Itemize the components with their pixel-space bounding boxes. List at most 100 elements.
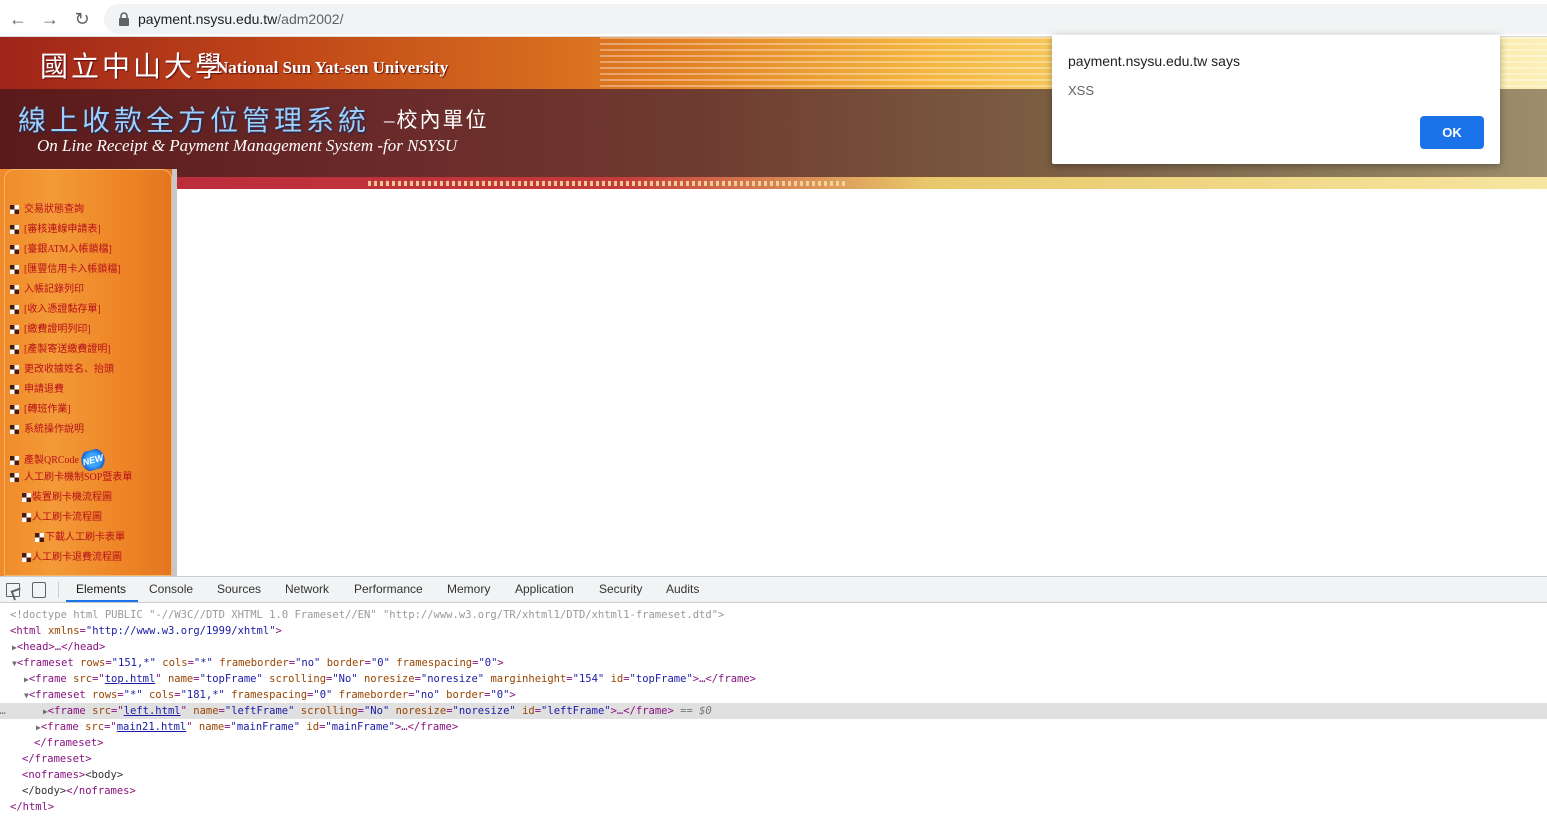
attr-value: "181,*" xyxy=(180,689,225,701)
university-name-chinese: 國立中山大學 xyxy=(40,52,227,83)
menu-item[interactable]: 裝置刷卡機流程圖 xyxy=(32,492,112,504)
menu-item[interactable]: [產製寄送繳費證明] xyxy=(24,344,111,356)
expand-triangle-icon[interactable]: ▶ xyxy=(0,723,41,732)
attr-value: "No" xyxy=(363,705,390,717)
attr-name: frameborder xyxy=(219,657,289,669)
attr-name: cols xyxy=(162,657,188,669)
menu-item[interactable]: 人工刷卡機制SOP暨表單 xyxy=(24,472,132,484)
dom-line-head[interactable]: ▶<head>…</head> xyxy=(0,639,1547,655)
menu-item[interactable]: 人工刷卡流程圖 xyxy=(32,512,102,524)
address-bar[interactable]: payment.nsysu.edu.tw/adm2002/ xyxy=(104,4,1547,34)
attr-value: "154" xyxy=(572,673,605,685)
menu-bullet-icon xyxy=(10,425,19,434)
expand-triangle-icon[interactable]: ▶ xyxy=(19,707,48,716)
menu-bullet-icon xyxy=(22,513,31,522)
dom-line-noframes[interactable]: <noframes><body> xyxy=(0,767,1547,783)
frame-src-link[interactable]: main21.html xyxy=(117,721,187,733)
tab-console[interactable]: Console xyxy=(149,582,193,596)
menu-bullet-icon xyxy=(22,553,31,562)
menu-item[interactable]: 交易狀態查詢 xyxy=(24,204,84,216)
dom-line-doctype[interactable]: <!doctype html PUBLIC "-//W3C//DTD XHTML… xyxy=(0,607,1547,623)
url-domain: payment.nsysu.edu.tw xyxy=(138,11,278,27)
dom-line-frame-top[interactable]: ▶<frame src="top.html" name="topFrame" s… xyxy=(0,671,1547,687)
menu-item[interactable]: 系統操作說明 xyxy=(24,424,84,436)
collapse-triangle-icon[interactable]: ▼ xyxy=(0,659,17,668)
expand-triangle-icon[interactable]: ▶ xyxy=(0,643,17,652)
menu-item[interactable]: [審核連線申請表] xyxy=(24,224,101,236)
dom-line-html-close[interactable]: </html> xyxy=(0,799,1547,815)
elements-dom-tree: <!doctype html PUBLIC "-//W3C//DTD XHTML… xyxy=(0,607,1547,829)
html-close-tag: </html> xyxy=(10,801,55,813)
menu-item[interactable]: [收入憑證黏存單] xyxy=(24,304,101,316)
menu-item[interactable]: [匯豐信用卡入帳鎖檔] xyxy=(24,264,121,276)
attr-name: border xyxy=(326,657,365,669)
attr-value: "leftFrame" xyxy=(224,705,295,717)
menu-item[interactable]: 申請退費 xyxy=(24,384,64,396)
tab-memory[interactable]: Memory xyxy=(447,582,490,596)
system-title-chinese: 線上收款全方位管理系統 xyxy=(18,106,371,137)
menu-bullet-icon xyxy=(10,405,19,414)
attr-value: "*" xyxy=(193,657,213,669)
attr-name: framespacing xyxy=(396,657,473,669)
body-text: <body> xyxy=(85,769,124,781)
reload-icon[interactable]: ↻ xyxy=(71,8,93,30)
collapse-triangle-icon[interactable]: ▼ xyxy=(0,691,29,700)
menu-bullet-icon xyxy=(10,385,19,394)
attr-value: "topFrame" xyxy=(629,673,693,685)
lock-icon[interactable] xyxy=(118,12,130,26)
tab-security[interactable]: Security xyxy=(599,582,642,596)
attr-value: "0" xyxy=(490,689,510,701)
menu-item[interactable]: 更改收據姓名、抬頭 xyxy=(24,364,114,376)
tab-network[interactable]: Network xyxy=(285,582,329,596)
device-toggle-icon[interactable] xyxy=(32,582,46,598)
tab-application[interactable]: Application xyxy=(515,582,574,596)
tab-audits[interactable]: Audits xyxy=(666,582,699,596)
expand-triangle-icon[interactable]: ▶ xyxy=(0,675,29,684)
menu-item[interactable]: [繳費證明列印] xyxy=(24,324,91,336)
alert-ok-button[interactable]: OK xyxy=(1420,116,1484,149)
menu-item[interactable]: [臺銀ATM入帳鎖檔] xyxy=(24,244,112,256)
noframes-close-tag: </noframes> xyxy=(66,785,136,797)
attr-value: "0" xyxy=(313,689,333,701)
menu-item[interactable]: 人工刷卡退費流程圖 xyxy=(32,552,122,564)
university-name-english: National Sun Yat-sen University xyxy=(216,58,449,77)
dom-line-frameset-close-inner[interactable]: </frameset> xyxy=(0,735,1547,751)
menu-bullet-icon xyxy=(10,305,19,314)
menu-item[interactable]: 產製QRCode xyxy=(24,455,79,467)
browser-toolbar: ← → ↻ payment.nsysu.edu.tw/adm2002/ xyxy=(0,0,1547,37)
menu-item[interactable]: 入帳記錄列印 xyxy=(24,284,84,296)
inspect-element-icon[interactable] xyxy=(6,583,20,597)
frame-src-link[interactable]: top.html xyxy=(105,673,156,685)
frame-src-link[interactable]: left.html xyxy=(124,705,181,717)
dom-line-frameset-outer[interactable]: ▼<frameset rows="151,*" cols="*" framebo… xyxy=(0,655,1547,671)
dom-line-frame-left-selected[interactable]: … ▶<frame src="left.html" name="leftFram… xyxy=(0,703,1547,719)
dom-line-body-close[interactable]: </body></noframes> xyxy=(0,783,1547,799)
menu-item[interactable]: [轉班作業] xyxy=(24,404,71,416)
back-arrow-icon[interactable]: ← xyxy=(7,8,29,30)
menu-bullet-icon xyxy=(10,473,19,482)
noframes-tag: <noframes> xyxy=(22,769,86,781)
tab-performance[interactable]: Performance xyxy=(354,582,423,596)
menu-bullet-icon xyxy=(10,345,19,354)
frameset-close-tag: </frameset> xyxy=(34,737,104,749)
tag-open: <html xyxy=(10,625,48,637)
menu-bullet-icon xyxy=(10,265,19,274)
dom-line-frame-main[interactable]: ▶<frame src="main21.html" name="mainFram… xyxy=(0,719,1547,735)
forward-arrow-icon[interactable]: → xyxy=(39,8,61,30)
tab-sources[interactable]: Sources xyxy=(217,582,261,596)
dom-line-html[interactable]: <html xmlns="http://www.w3.org/1999/xhtm… xyxy=(0,623,1547,639)
attr-value: "151,*" xyxy=(111,657,156,669)
dom-line-frameset-close-outer[interactable]: </frameset> xyxy=(0,751,1547,767)
menu-item[interactable]: 下載人工刷卡表單 xyxy=(45,532,125,544)
frame-divider xyxy=(172,169,177,576)
menu-bullet-icon xyxy=(10,325,19,334)
attr-value: "*" xyxy=(123,689,143,701)
attr-value: "0" xyxy=(478,657,498,669)
url-text[interactable]: payment.nsysu.edu.tw/adm2002/ xyxy=(138,11,343,27)
banner-dot-pattern xyxy=(368,181,846,186)
menu-bullet-icon xyxy=(10,285,19,294)
attr-value: "http://www.w3.org/1999/xhtml" xyxy=(85,625,276,637)
tab-elements[interactable]: Elements xyxy=(76,582,126,596)
dom-line-frameset-inner[interactable]: ▼<frameset rows="*" cols="181,*" framesp… xyxy=(0,687,1547,703)
attr-value: "leftFrame" xyxy=(541,705,611,717)
